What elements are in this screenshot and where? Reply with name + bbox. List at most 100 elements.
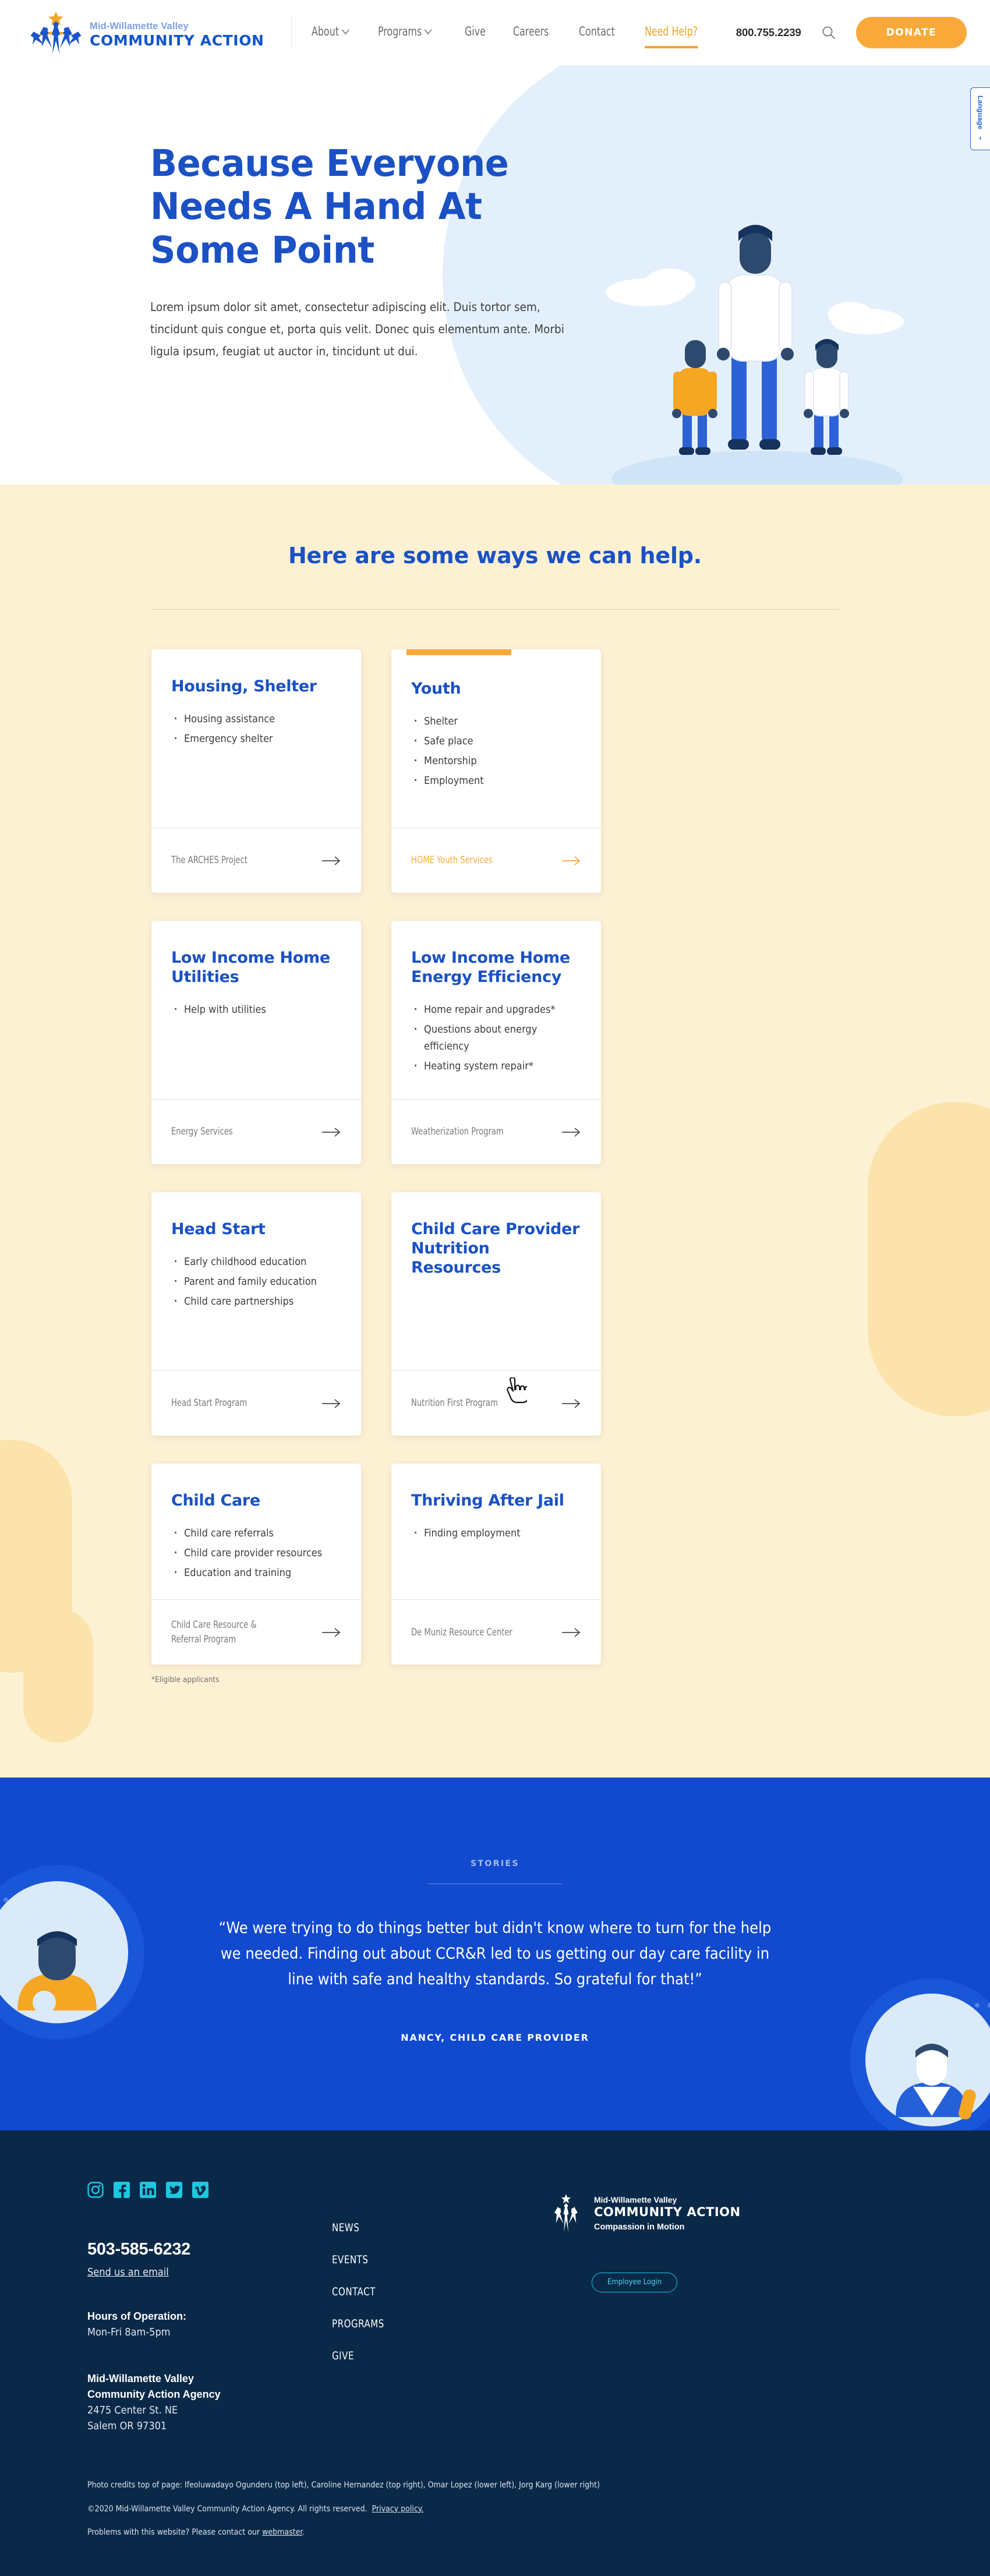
privacy-policy-link[interactable]: Privacy policy. [372, 2504, 424, 2514]
illustration-child-right [804, 339, 849, 455]
footer-nav-item-news[interactable]: NEWS [332, 2221, 522, 2234]
card-title: Thriving After Jail [411, 1492, 564, 1510]
social-links [87, 2181, 332, 2198]
card-body: Youth Shelter Safe place Mentorship Empl… [391, 649, 601, 828]
program-card[interactable]: Thriving After Jail Finding employment D… [391, 1464, 601, 1665]
nav-label-programs: Programs [378, 24, 422, 38]
list-item: Emergency shelter [171, 728, 341, 748]
instagram-icon[interactable] [87, 2181, 104, 2198]
site-header: Mid-Willamette Valley COMMUNITY ACTION A… [0, 0, 990, 65]
eligibility-footnote: *Eligible applicants [151, 1675, 220, 1685]
arrow-right-icon [322, 856, 341, 865]
org-name-line2: Community Action Agency [87, 2388, 221, 2400]
nav-item-contact[interactable]: Contact [579, 24, 615, 41]
list-item: Education and training [171, 1562, 341, 1582]
program-card[interactable]: Low Income Home Energy Efficiency Home r… [391, 921, 601, 1164]
card-body: Head Start Early childhood education Par… [151, 1192, 361, 1370]
program-card[interactable]: Low Income Home Utilities Help with util… [151, 921, 361, 1164]
header-phone[interactable]: 800.755.2239 [736, 26, 801, 39]
program-card-grid: Housing, Shelter Housing assistance Emer… [151, 610, 839, 1665]
card-hover-bar [406, 649, 511, 655]
card-title: Child Care Provider Nutrition Resources [411, 1220, 580, 1277]
card-list: Help with utilities [171, 999, 341, 1019]
footer-nav-item-events[interactable]: EVENTS [332, 2253, 522, 2266]
webmaster-line: Problems with this website? Please conta… [87, 2526, 908, 2539]
footer-logo-tagline: Compassion in Motion [594, 2222, 685, 2232]
language-widget-tab[interactable]: Language ‹ [970, 87, 990, 150]
webmaster-prefix: Problems with this website? Please conta… [87, 2528, 263, 2538]
search-button[interactable] [820, 24, 837, 41]
webmaster-link[interactable]: webmaster [262, 2528, 302, 2537]
list-item: Questions about energy efficiency [411, 1019, 581, 1055]
arrow-right-icon [562, 1398, 581, 1408]
card-link-label: Child Care Resource & Referral Program [171, 1619, 257, 1645]
list-item: Child care referrals [171, 1522, 341, 1543]
card-link-label: The ARCHES Project [171, 854, 248, 867]
card-link-label: Head Start Program [171, 1397, 248, 1409]
hero-paragraph: Lorem ipsum dolor sit amet, consectetur … [150, 299, 564, 358]
program-card[interactable]: Housing, Shelter Housing assistance Emer… [151, 649, 361, 893]
nav-item-about[interactable]: About [312, 24, 349, 41]
footer-hours: Hours of Operation: Mon-Fri 8am-5pm [87, 2309, 332, 2341]
program-card[interactable]: Child Care Provider Nutrition Resources … [391, 1192, 601, 1436]
nav-item-careers[interactable]: Careers [513, 24, 549, 41]
program-card[interactable]: Head Start Early childhood education Par… [151, 1192, 361, 1436]
footer-logo-text: Mid-Willamette Valley COMMUNITY ACTION C… [594, 2195, 741, 2232]
donate-button[interactable]: DONATE [855, 17, 967, 48]
card-footer[interactable]: The ARCHES Project [151, 828, 361, 893]
list-item: Child care partnerships [171, 1291, 341, 1311]
linkedin-icon[interactable] [140, 2181, 156, 2198]
page-root: Mid-Willamette Valley COMMUNITY ACTION A… [0, 0, 990, 2576]
stories-section: STORIES “We were trying to do things bet… [0, 1778, 990, 2130]
card-body: Housing, Shelter Housing assistance Emer… [151, 649, 361, 828]
program-card[interactable]: Youth Shelter Safe place Mentorship Empl… [391, 649, 601, 893]
card-title: Low Income Home Energy Efficiency [411, 949, 570, 986]
card-footer[interactable]: Nutrition First Program [391, 1370, 601, 1436]
stories-content: STORIES “We were trying to do things bet… [210, 1859, 780, 2043]
card-body: Thriving After Jail Finding employment [391, 1464, 601, 1599]
twitter-icon[interactable] [166, 2181, 182, 2198]
ways-section: Here are some ways we can help. Housing,… [0, 485, 990, 1778]
footer-logo-subtitle: Mid-Willamette Valley [594, 2195, 677, 2205]
card-footer[interactable]: HOME Youth Services [391, 828, 601, 893]
nav-item-programs[interactable]: Programs [378, 24, 433, 41]
copyright-line: ©2020 Mid-Willamette Valley Community Ac… [87, 2503, 908, 2515]
list-item: Child care provider resources [171, 1542, 341, 1563]
site-logo[interactable]: Mid-Willamette Valley COMMUNITY ACTION [30, 9, 264, 56]
card-footer[interactable]: Weatherization Program [391, 1099, 601, 1164]
footer-nav-item-give[interactable]: GIVE [332, 2349, 522, 2362]
employee-login-button[interactable]: Employee Login [592, 2272, 678, 2292]
card-body: Low Income Home Utilities Help with util… [151, 921, 361, 1099]
program-card[interactable]: Child Care Child care referrals Child ca… [151, 1464, 361, 1665]
arrow-right-icon [562, 1628, 581, 1637]
hero-title: Because Everyone Needs A Hand At Some Po… [150, 142, 509, 271]
card-footer[interactable]: De Muniz Resource Center [391, 1599, 601, 1665]
list-item: Safe place [411, 730, 581, 751]
story-avatar-right [850, 1978, 990, 2130]
logo-title: COMMUNITY ACTION [90, 31, 264, 49]
org-name-line1: Mid-Willamette Valley [87, 2372, 194, 2384]
ways-heading: Here are some ways we can help. [288, 543, 702, 568]
facebook-icon[interactable] [114, 2181, 130, 2198]
card-footer[interactable]: Child Care Resource & Referral Program [151, 1599, 361, 1665]
footer-nav-item-programs[interactable]: PROGRAMS [332, 2317, 522, 2330]
language-widget-label: Language [976, 96, 985, 130]
nav-label-careers: Careers [512, 24, 549, 38]
arrow-right-icon [562, 856, 581, 865]
decorative-blob [23, 1609, 93, 1743]
footer-phone[interactable]: 503-585-6232 [87, 2240, 332, 2259]
nav-item-need-help[interactable]: Need Help? [645, 24, 698, 48]
chevron-down-icon [425, 25, 433, 34]
footer-email-link[interactable]: Send us an email [87, 2266, 169, 2278]
nav-label-contact: Contact [578, 24, 615, 38]
card-footer[interactable]: Energy Services [151, 1099, 361, 1164]
footer-nav-item-contact[interactable]: CONTACT [332, 2285, 522, 2298]
nav-item-give[interactable]: Give [465, 24, 486, 41]
vimeo-icon[interactable] [192, 2181, 208, 2198]
card-body: Child Care Child care referrals Child ca… [151, 1464, 361, 1599]
arrow-right-icon [562, 1127, 581, 1137]
list-item: Early childhood education [171, 1251, 341, 1271]
card-list: Housing assistance Emergency shelter [171, 708, 341, 748]
nav-label-give: Give [464, 24, 486, 38]
card-footer[interactable]: Head Start Program [151, 1370, 361, 1436]
